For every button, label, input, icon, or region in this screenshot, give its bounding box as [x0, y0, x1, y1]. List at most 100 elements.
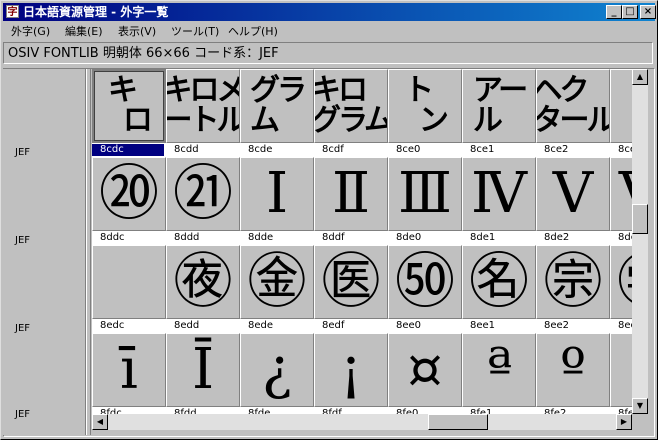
row-label: JEF — [15, 235, 31, 246]
glyph-tile[interactable]: Ⅴ — [536, 157, 610, 231]
glyph-tile[interactable]: ¡ — [314, 333, 388, 407]
glyph-tile[interactable]: キロ グラム — [314, 69, 388, 143]
glyph-tile[interactable]: ¤ — [388, 333, 462, 407]
glyph-cell[interactable]: ㊫ 8ee3 — [610, 245, 632, 333]
glyph-tile[interactable]: ㉑ — [166, 157, 240, 231]
glyph-tile[interactable]: Ⅰ — [240, 157, 314, 231]
glyph-preview: ㊰ — [173, 247, 233, 317]
glyph-tile[interactable]: アー ル — [462, 69, 536, 143]
glyph-cell[interactable]: ㊰ 8edd — [166, 245, 240, 333]
glyph-cell[interactable]: ·8fe3 — [610, 333, 632, 414]
glyph-cell[interactable]: ¿ 8fde — [240, 333, 314, 414]
glyph-tile[interactable]: ㊿ — [388, 245, 462, 319]
menu-view[interactable]: 表示(V) — [118, 24, 156, 39]
pane-splitter[interactable] — [86, 69, 91, 435]
glyph-cell[interactable]: º 8fe2 — [536, 333, 610, 414]
glyph-code-label: 8ce3 — [610, 144, 632, 156]
horizontal-scrollbar[interactable]: ◀ ▶ — [92, 414, 632, 430]
glyph-cell[interactable]: ㊔ 8ee1 — [462, 245, 536, 333]
glyph-code-label: 8ee2 — [536, 320, 608, 332]
glyph-cell[interactable]: Ⅴ 8de2 — [536, 157, 610, 245]
glyph-tile[interactable]: ㊎ — [240, 245, 314, 319]
glyph-tile[interactable]: · — [610, 333, 632, 407]
window-title: 日本語資源管理 - 外字一覧 — [23, 5, 169, 19]
menu-gaiji[interactable]: 外字(G) — [11, 24, 50, 39]
scroll-left-button[interactable]: ◀ — [92, 414, 108, 430]
glyph-cell[interactable]: ª 8fe1 — [462, 333, 536, 414]
glyph-tile[interactable]: ト ン — [388, 69, 462, 143]
glyph-cell[interactable]: ¡ 8fdf — [314, 333, 388, 414]
glyph-preview: ㊎ — [247, 247, 307, 317]
glyph-tile[interactable]: ⑳ — [92, 157, 166, 231]
menu-help[interactable]: ヘルプ(H) — [228, 24, 278, 39]
glyph-preview: ㊔ — [469, 247, 529, 317]
glyph-cell[interactable]: アー ル 8ce1 — [462, 69, 536, 157]
glyph-cell[interactable]: Ⅱ 8ddf — [314, 157, 388, 245]
glyph-code-label: 8cdc — [92, 143, 165, 157]
glyph-cell[interactable]: 8edc — [92, 245, 166, 333]
scroll-up-button[interactable]: ▲ — [632, 69, 648, 85]
app-icon[interactable]: 字 — [6, 5, 19, 18]
vertical-scrollbar[interactable]: ▲ ▼ — [632, 69, 648, 414]
menu-tools[interactable]: ツール(T) — [171, 24, 219, 39]
glyph-tile[interactable]: º — [536, 333, 610, 407]
glyph-tile[interactable]: グラ ム — [240, 69, 314, 143]
close-button[interactable]: × — [640, 5, 656, 19]
glyph-tile[interactable] — [92, 245, 166, 319]
maximize-button[interactable]: □ — [622, 5, 638, 19]
glyph-cell[interactable]: ヘク タール 8ce2 — [536, 69, 610, 157]
glyph-cell[interactable]: Ⅲ 8de0 — [388, 157, 462, 245]
glyph-preview: Ī — [191, 337, 215, 402]
glyph-cell[interactable]: Ⅰ 8dde — [240, 157, 314, 245]
glyph-cell[interactable]: キ ロ 8cdc — [92, 69, 166, 157]
title-bar[interactable]: 字 日本語資源管理 - 外字一覧 _ □ × — [3, 3, 656, 21]
scroll-down-button[interactable]: ▼ — [632, 398, 648, 414]
glyph-cell[interactable]: ī 8fdc — [92, 333, 166, 414]
glyph-tile[interactable]: キロメ ートル — [166, 69, 240, 143]
glyph-cell[interactable]: ¤ 8fe0 — [388, 333, 462, 414]
glyph-cell[interactable]: ト ン 8ce0 — [388, 69, 462, 157]
glyph-cell[interactable]: キロメ ートル 8cdd — [166, 69, 240, 157]
glyph-tile[interactable]: キ ロ — [92, 69, 166, 143]
glyph-tile[interactable]: Ī — [166, 333, 240, 407]
glyph-cell[interactable]: グラ ム 8cde — [240, 69, 314, 157]
glyph-code-label: 8ce0 — [388, 144, 460, 156]
glyph-code-label: 8de2 — [536, 232, 608, 244]
glyph-tile[interactable]: ド — [610, 69, 632, 143]
glyph-tile[interactable]: ㊪ — [536, 245, 610, 319]
menu-edit[interactable]: 編集(E) — [65, 24, 103, 39]
glyph-tile[interactable]: ㊩ — [314, 245, 388, 319]
menu-bar: 外字(G) 編集(E) 表示(V) ツール(T) ヘルプ(H) — [3, 22, 655, 41]
glyph-cell[interactable]: Ⅵ 8de3 — [610, 157, 632, 245]
glyph-code-label: 8ee0 — [388, 320, 460, 332]
glyph-preview: ド — [611, 70, 632, 142]
glyph-cell[interactable]: Ī 8fdd — [166, 333, 240, 414]
glyph-cell[interactable]: ㉑ 8ddd — [166, 157, 240, 245]
minimize-button[interactable]: _ — [606, 5, 622, 19]
glyph-cell[interactable]: ㊎ 8ede — [240, 245, 314, 333]
glyph-cell[interactable]: ド 8ce3 — [610, 69, 632, 157]
glyph-preview — [93, 246, 165, 318]
glyph-tile[interactable]: ㊰ — [166, 245, 240, 319]
glyph-cell[interactable]: ㊩ 8edf — [314, 245, 388, 333]
glyph-tile[interactable]: Ⅵ — [610, 157, 632, 231]
glyph-tile[interactable]: ㊔ — [462, 245, 536, 319]
glyph-tile[interactable]: Ⅳ — [462, 157, 536, 231]
vertical-scroll-thumb[interactable] — [632, 204, 648, 234]
glyph-cell[interactable]: キロ グラム 8cdf — [314, 69, 388, 157]
glyph-tile[interactable]: ¿ — [240, 333, 314, 407]
glyph-tile[interactable]: ㊫ — [610, 245, 632, 319]
horizontal-scroll-thumb[interactable] — [428, 414, 488, 430]
glyph-cell[interactable]: ㊿ 8ee0 — [388, 245, 462, 333]
glyph-tile[interactable]: Ⅲ — [388, 157, 462, 231]
scroll-right-button[interactable]: ▶ — [616, 414, 632, 430]
glyph-cell[interactable]: ㊪ 8ee2 — [536, 245, 610, 333]
glyph-code-label: 8dde — [240, 232, 312, 244]
glyph-tile[interactable]: ヘク タール — [536, 69, 610, 143]
glyph-cell[interactable]: ⑳ 8ddc — [92, 157, 166, 245]
glyph-tile[interactable]: Ⅱ — [314, 157, 388, 231]
glyph-cell[interactable]: Ⅳ 8de1 — [462, 157, 536, 245]
glyph-tile[interactable]: ª — [462, 333, 536, 407]
glyph-code-label: 8ddd — [166, 232, 238, 244]
glyph-tile[interactable]: ī — [92, 333, 166, 407]
